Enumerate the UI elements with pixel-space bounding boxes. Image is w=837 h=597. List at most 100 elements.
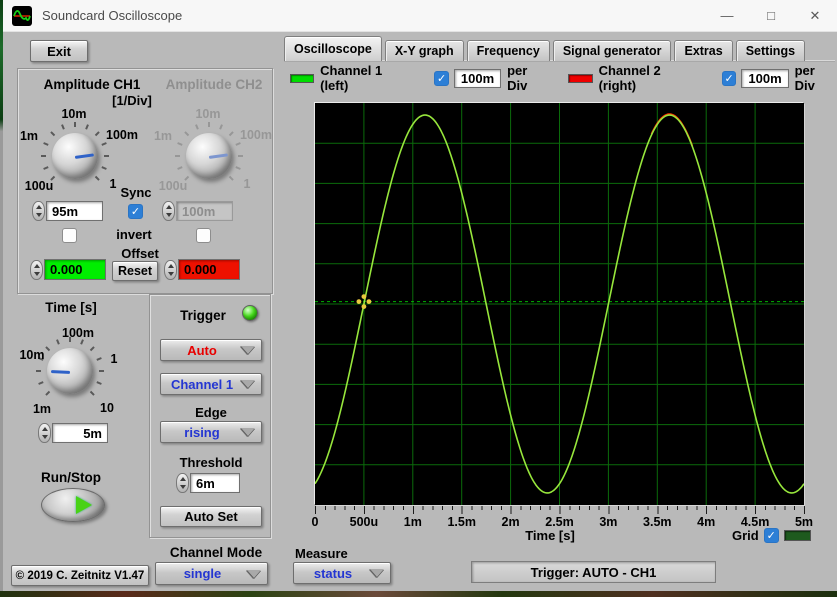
sync-checkbox[interactable]: ✓ xyxy=(128,204,143,219)
invert-ch1-checkbox[interactable] xyxy=(62,228,77,243)
amplitude-ch2-knob-area: 10m 1m 100m 100u 1 xyxy=(152,103,268,203)
channel2-label: Channel 2 (right) xyxy=(599,63,698,93)
invert-ch2-checkbox[interactable] xyxy=(196,228,211,243)
time-knob[interactable] xyxy=(47,348,93,394)
threshold-field[interactable]: 6m xyxy=(190,473,240,493)
spinner-down-icon xyxy=(166,213,172,217)
offset-ch1-spinner[interactable] xyxy=(30,260,43,280)
channel-mode-label: Channel Mode xyxy=(161,545,271,560)
channel-mode-value: single xyxy=(184,566,222,581)
tab-settings[interactable]: Settings xyxy=(736,40,805,61)
time-value-field[interactable]: 5m xyxy=(52,423,108,443)
trigger-mode-dropdown[interactable]: Auto xyxy=(160,339,262,361)
edge-label: Edge xyxy=(180,405,242,420)
channel-mode-dropdown[interactable]: single xyxy=(155,562,268,585)
grid-checkbox[interactable]: ✓ xyxy=(764,528,779,543)
x-tick-label: 3.5m xyxy=(643,515,672,529)
trigger-edge-dropdown[interactable]: rising xyxy=(160,421,262,443)
tab-frequency[interactable]: Frequency xyxy=(467,40,550,61)
amplitude-ch2-value-field: 100m xyxy=(176,201,233,221)
measure-label: Measure xyxy=(295,546,375,561)
measure-value: status xyxy=(314,566,352,581)
x-tick-label: 2m xyxy=(502,515,520,529)
offset-ch2-field[interactable]: 0.000 xyxy=(178,259,240,280)
channel2-per-div-field[interactable]: 100m xyxy=(741,69,788,88)
main-panel: Exit Oscilloscope X-Y graph Frequency Si… xyxy=(3,32,837,591)
x-axis-title: Time [s] xyxy=(495,528,605,543)
threshold-label: Threshold xyxy=(172,455,250,470)
chevron-down-icon xyxy=(241,380,255,388)
app-icon xyxy=(12,6,32,26)
titlebar: Soundcard Oscilloscope — □ ✕ xyxy=(3,0,837,32)
offset-reset-button[interactable]: Reset xyxy=(112,261,158,281)
run-stop-button[interactable] xyxy=(41,488,105,522)
grid-color-swatch[interactable] xyxy=(784,530,811,541)
spinner-up-icon[interactable] xyxy=(180,477,186,481)
knob-scale-100m: 100m xyxy=(100,128,144,142)
minimize-button[interactable]: — xyxy=(705,1,749,31)
tab-xy-graph[interactable]: X-Y graph xyxy=(385,40,464,61)
channel2-enable-checkbox[interactable]: ✓ xyxy=(722,71,737,86)
spinner-down-icon[interactable] xyxy=(34,272,40,276)
scope-plot[interactable] xyxy=(315,103,804,505)
knob-scale-1m: 1m xyxy=(14,129,44,143)
channel1-per-div-field[interactable]: 100m xyxy=(454,69,501,88)
chevron-down-icon xyxy=(247,570,261,578)
exit-button[interactable]: Exit xyxy=(30,40,88,62)
offset-ch1-field[interactable]: 0.000 xyxy=(44,259,106,280)
spinner-down-icon[interactable] xyxy=(180,485,186,489)
check-icon: ✓ xyxy=(437,72,446,85)
spinner-down-icon[interactable] xyxy=(36,213,42,217)
time-title: Time [s] xyxy=(23,300,119,315)
offset-label: Offset xyxy=(108,246,172,261)
tab-extras[interactable]: Extras xyxy=(674,40,732,61)
time-knob-area: 100m 10m 1 1m 10 xyxy=(13,318,129,418)
threshold-spinner[interactable] xyxy=(176,473,189,493)
time-spinner[interactable] xyxy=(38,423,51,443)
auto-set-button[interactable]: Auto Set xyxy=(160,506,262,527)
trigger-group: Trigger Auto Channel 1 Edge rising Thres… xyxy=(149,294,271,538)
grid-label: Grid xyxy=(732,528,759,543)
copyright-button[interactable]: © 2019 C. Zeitnitz V1.47 xyxy=(11,565,149,586)
check-icon: ✓ xyxy=(767,529,776,542)
scope-canvas xyxy=(315,103,804,505)
knob-scale-10m: 10m xyxy=(188,107,228,121)
trigger-led xyxy=(242,305,258,321)
channel1-enable-checkbox[interactable]: ✓ xyxy=(434,71,449,86)
spinner-up-icon[interactable] xyxy=(36,205,42,209)
channel2-color-swatch[interactable] xyxy=(568,74,592,83)
channel-bar: Channel 1 (left) ✓ 100m per Div Channel … xyxy=(290,67,837,89)
knob-scale-1m: 1m xyxy=(27,402,57,416)
trigger-source-value: Channel 1 xyxy=(171,377,233,392)
play-icon xyxy=(76,496,92,514)
channel1-label: Channel 1 (left) xyxy=(320,63,410,93)
chevron-down-icon xyxy=(241,428,255,436)
offset-ch2-spinner[interactable] xyxy=(164,260,177,280)
amplitude-ch1-spinner[interactable] xyxy=(32,201,45,221)
x-tick-label: 2.5m xyxy=(545,515,574,529)
trigger-mode-value: Auto xyxy=(187,343,217,358)
x-tick-label: 3m xyxy=(599,515,617,529)
spinner-up-icon[interactable] xyxy=(42,427,48,431)
tab-oscilloscope[interactable]: Oscilloscope xyxy=(284,36,382,61)
knob-scale-1: 1 xyxy=(232,177,262,191)
trigger-source-dropdown[interactable]: Channel 1 xyxy=(160,373,262,395)
spinner-down-icon[interactable] xyxy=(42,435,48,439)
x-tick-label: 500u xyxy=(350,515,379,529)
measure-dropdown[interactable]: status xyxy=(293,562,391,584)
tab-signal-generator[interactable]: Signal generator xyxy=(553,40,672,61)
channel1-color-swatch[interactable] xyxy=(290,74,314,83)
spinner-up-icon[interactable] xyxy=(168,264,174,268)
maximize-button[interactable]: □ xyxy=(749,1,793,31)
window-title: Soundcard Oscilloscope xyxy=(42,8,705,23)
tab-bar: Oscilloscope X-Y graph Frequency Signal … xyxy=(284,36,805,61)
channel2-per-div-label: per Div xyxy=(795,63,837,93)
grid-toggle-row: Grid ✓ xyxy=(732,528,811,543)
knob-needle xyxy=(75,153,94,159)
amplitude-ch1-knob[interactable] xyxy=(52,133,98,179)
spinner-down-icon[interactable] xyxy=(168,272,174,276)
knob-scale-10m: 10m xyxy=(54,107,94,121)
amplitude-ch1-value-field[interactable]: 95m xyxy=(46,201,103,221)
spinner-up-icon[interactable] xyxy=(34,264,40,268)
close-button[interactable]: ✕ xyxy=(793,1,837,31)
